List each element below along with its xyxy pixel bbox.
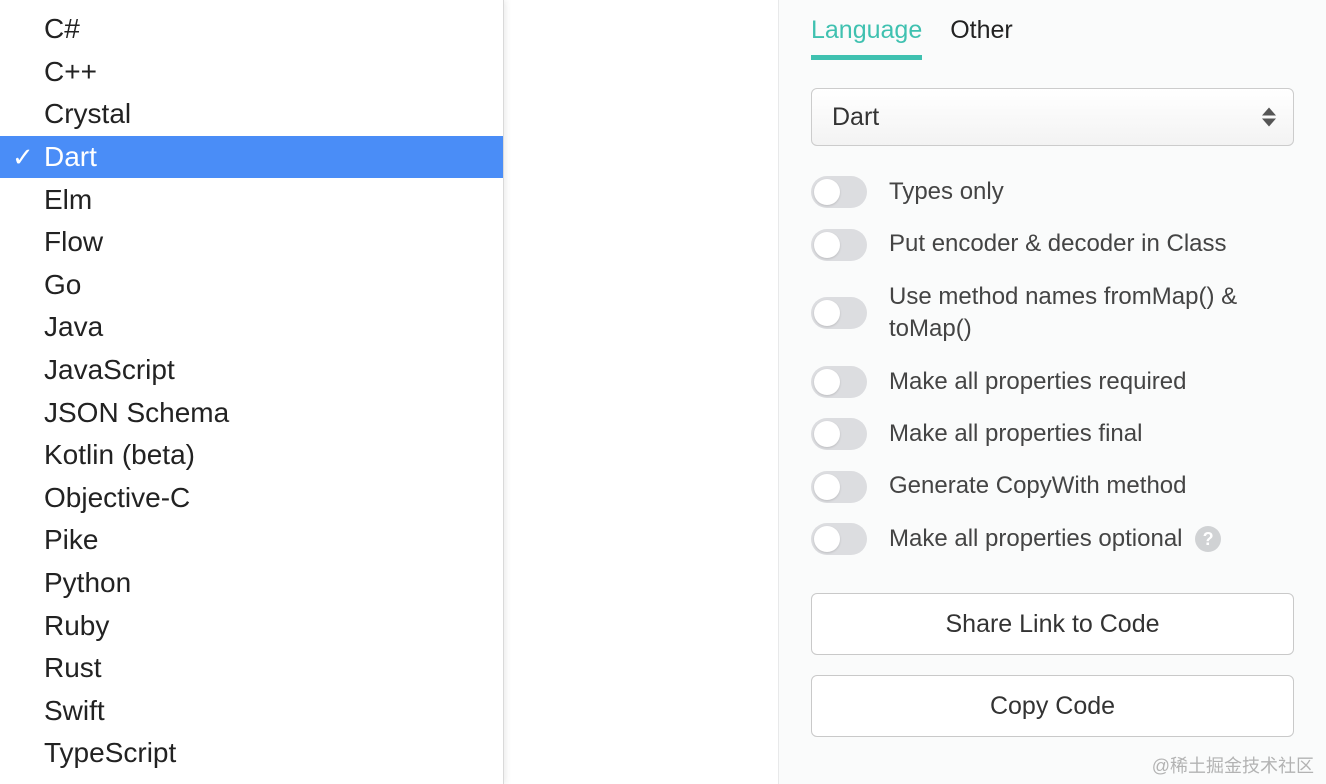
dropdown-item-objective-c[interactable]: ✓Objective-C — [0, 477, 503, 520]
option-row: Use method names fromMap() & toMap() — [811, 281, 1294, 346]
dropdown-item-label: Rust — [44, 652, 102, 684]
action-buttons: Share Link to Code Copy Code — [811, 593, 1294, 737]
dropdown-item-java[interactable]: ✓Java — [0, 306, 503, 349]
tab-language[interactable]: Language — [811, 16, 922, 60]
help-icon[interactable]: ? — [1195, 526, 1221, 552]
option-row: Make all properties optional ? — [811, 523, 1294, 555]
dropdown-item-ruby[interactable]: ✓Ruby — [0, 604, 503, 647]
dropdown-item-kotlin-beta-[interactable]: ✓Kotlin (beta) — [0, 434, 503, 477]
toggle-switch[interactable] — [811, 523, 867, 555]
option-row: Types only — [811, 176, 1294, 208]
dropdown-item-flow[interactable]: ✓Flow — [0, 221, 503, 264]
dropdown-item-label: C# — [44, 13, 80, 45]
toggle-label: Generate CopyWith method — [889, 470, 1294, 502]
dropdown-item-label: Swift — [44, 695, 105, 727]
settings-panel: Language Other Dart Types only Put encoder… — [778, 0, 1326, 784]
copy-code-label: Copy Code — [990, 692, 1115, 721]
toggle-label: Make all properties required — [889, 366, 1294, 398]
dropdown-item-label: TypeScript — [44, 737, 176, 769]
language-select-box[interactable]: Dart — [811, 88, 1294, 146]
dropdown-item-label: Elm — [44, 184, 92, 216]
dropdown-item-label: Pike — [44, 524, 98, 556]
toggle-switch[interactable] — [811, 176, 867, 208]
dropdown-item-label: Flow — [44, 226, 103, 258]
dropdown-item-label: JavaScript — [44, 354, 175, 386]
dropdown-item-label: Crystal — [44, 98, 131, 130]
check-icon: ✓ — [12, 142, 44, 173]
dropdown-item-typescript[interactable]: ✓TypeScript — [0, 732, 503, 775]
language-select[interactable]: Dart — [811, 88, 1294, 146]
dropdown-item-c-[interactable]: ✓C++ — [0, 51, 503, 94]
toggle-label: Use method names fromMap() & toMap() — [889, 281, 1294, 346]
option-row: Make all properties final — [811, 418, 1294, 450]
toggle-switch[interactable] — [811, 297, 867, 329]
dropdown-item-label: Objective-C — [44, 482, 190, 514]
language-select-value: Dart — [832, 103, 879, 132]
dropdown-item-label: JSON Schema — [44, 397, 229, 429]
toggle-switch[interactable] — [811, 471, 867, 503]
dropdown-item-label: C++ — [44, 56, 97, 88]
toggle-label: Make all properties final — [889, 418, 1294, 450]
share-link-label: Share Link to Code — [945, 610, 1159, 639]
dropdown-item-label: Ruby — [44, 610, 109, 642]
toggle-label: Put encoder & decoder in Class — [889, 228, 1294, 260]
option-row: Put encoder & decoder in Class — [811, 228, 1294, 260]
dropdown-item-pike[interactable]: ✓Pike — [0, 519, 503, 562]
dropdown-item-c-[interactable]: ✓C# — [0, 8, 503, 51]
copy-code-button[interactable]: Copy Code — [811, 675, 1294, 737]
tab-other[interactable]: Other — [950, 16, 1013, 60]
dropdown-item-python[interactable]: ✓Python — [0, 562, 503, 605]
dropdown-item-dart[interactable]: ✓Dart — [0, 136, 503, 179]
settings-tabs: Language Other — [811, 16, 1294, 60]
dropdown-item-label: Java — [44, 311, 103, 343]
toggle-label: Make all properties optional ? — [889, 523, 1294, 555]
toggle-switch[interactable] — [811, 229, 867, 261]
dropdown-item-javascript[interactable]: ✓JavaScript — [0, 349, 503, 392]
toggle-switch[interactable] — [811, 366, 867, 398]
dropdown-item-label: Go — [44, 269, 81, 301]
dropdown-item-label: Kotlin (beta) — [44, 439, 195, 471]
option-row: Make all properties required — [811, 366, 1294, 398]
dropdown-item-elm[interactable]: ✓Elm — [0, 178, 503, 221]
editor-area — [504, 0, 778, 784]
dropdown-item-go[interactable]: ✓Go — [0, 264, 503, 307]
language-dropdown-list: ✓C#✓C++✓Crystal✓Dart✓Elm✓Flow✓Go✓Java✓Ja… — [0, 0, 504, 784]
select-caret-icon — [1262, 108, 1276, 127]
dropdown-item-swift[interactable]: ✓Swift — [0, 690, 503, 733]
options-list: Types only Put encoder & decoder in Class… — [811, 176, 1294, 575]
toggle-switch[interactable] — [811, 418, 867, 450]
dropdown-item-label: Python — [44, 567, 131, 599]
dropdown-item-label: Dart — [44, 141, 97, 173]
option-row: Generate CopyWith method — [811, 470, 1294, 502]
share-link-button[interactable]: Share Link to Code — [811, 593, 1294, 655]
dropdown-item-crystal[interactable]: ✓Crystal — [0, 93, 503, 136]
toggle-label: Types only — [889, 176, 1294, 208]
dropdown-item-json-schema[interactable]: ✓JSON Schema — [0, 391, 503, 434]
dropdown-item-rust[interactable]: ✓Rust — [0, 647, 503, 690]
